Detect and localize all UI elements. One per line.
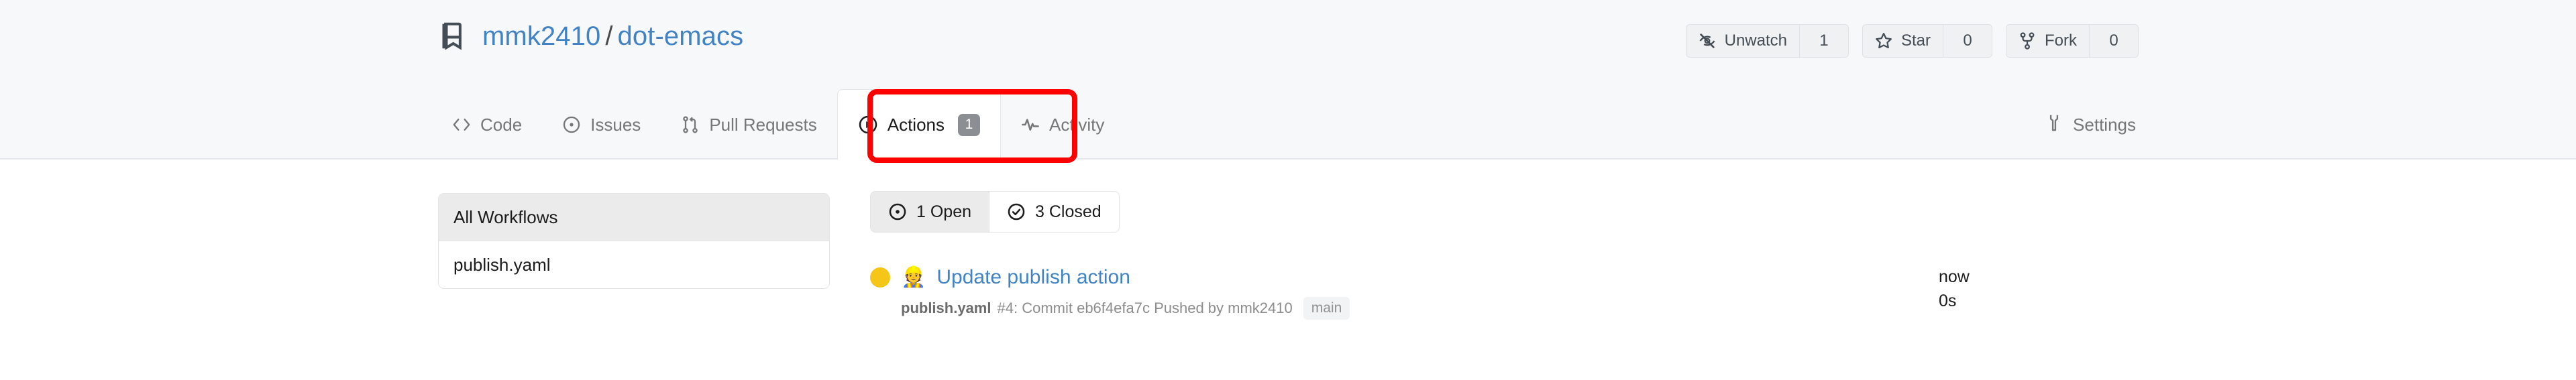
run-number: #4 bbox=[997, 300, 1014, 316]
run-timing-info: now 0s bbox=[1929, 265, 2140, 313]
filter-open-label: 1 Open bbox=[916, 202, 972, 221]
fork-button-group: Fork 0 bbox=[2006, 24, 2139, 58]
git-pull-request-icon bbox=[681, 115, 700, 134]
tab-code[interactable]: Code bbox=[438, 104, 542, 145]
sidebar-item-all-workflows[interactable]: All Workflows bbox=[439, 194, 829, 241]
eye-slash-icon bbox=[1698, 31, 1717, 50]
tab-settings-label: Settings bbox=[2073, 114, 2136, 135]
fork-button[interactable]: Fork bbox=[2006, 24, 2089, 58]
fork-button-label: Fork bbox=[2045, 31, 2077, 50]
tab-issues-label: Issues bbox=[590, 114, 641, 135]
tab-activity[interactable]: Activity bbox=[1001, 104, 1124, 145]
star-button[interactable]: Star bbox=[1862, 24, 1943, 58]
dot-circle-icon bbox=[888, 202, 907, 221]
tab-activity-label: Activity bbox=[1049, 114, 1105, 135]
tab-pull-requests[interactable]: Pull Requests bbox=[661, 104, 837, 145]
watch-count[interactable]: 1 bbox=[1799, 24, 1849, 58]
run-meta-line: publish.yaml #4 : Commit eb6f4efa7c Push… bbox=[901, 297, 1929, 320]
star-button-label: Star bbox=[1900, 31, 1931, 50]
tab-code-label: Code bbox=[480, 114, 523, 135]
fork-count[interactable]: 0 bbox=[2089, 24, 2139, 58]
run-title-line: 👷 Update publish action bbox=[870, 265, 1929, 290]
code-icon bbox=[452, 115, 471, 134]
filter-closed-button[interactable]: 3 Closed bbox=[989, 191, 1120, 233]
actions-body: All Workflows publish.yaml 1 Open 3 Clos… bbox=[0, 161, 2576, 380]
star-icon bbox=[1874, 31, 1893, 50]
fork-icon bbox=[2018, 31, 2037, 50]
tab-actions-label: Actions bbox=[887, 114, 945, 135]
run-title-link[interactable]: Update publish action bbox=[936, 265, 1130, 290]
tab-actions[interactable]: Actions 1 bbox=[837, 89, 1001, 160]
unwatch-button[interactable]: Unwatch bbox=[1685, 24, 1799, 58]
run-workflow-file: publish.yaml bbox=[901, 300, 991, 316]
activity-pulse-icon bbox=[1021, 115, 1040, 134]
watch-button-group: Unwatch 1 bbox=[1685, 24, 1849, 58]
star-count[interactable]: 0 bbox=[1943, 24, 1992, 58]
workflow-run-list: 👷 Update publish action publish.yaml #4 … bbox=[870, 265, 2140, 320]
wrench-icon bbox=[2045, 113, 2063, 137]
tab-actions-badge: 1 bbox=[958, 113, 980, 136]
run-actor-emoji-icon: 👷 bbox=[901, 266, 926, 288]
tab-pull-requests-label: Pull Requests bbox=[709, 114, 817, 135]
check-circle-icon bbox=[1007, 202, 1026, 221]
run-branch-badge[interactable]: main bbox=[1303, 297, 1350, 320]
actions-page: mmk2410/dot-emacs Unwatch 1 Star 0 Fork … bbox=[0, 0, 2576, 380]
tab-issues[interactable]: Issues bbox=[542, 104, 661, 145]
run-duration: 0s bbox=[1939, 292, 1957, 310]
repo-name-link[interactable]: dot-emacs bbox=[618, 21, 744, 51]
workflow-run-row[interactable]: 👷 Update publish action publish.yaml #4 … bbox=[870, 265, 2140, 320]
tab-settings[interactable]: Settings bbox=[2042, 104, 2139, 145]
repo-breadcrumb: mmk2410/dot-emacs bbox=[482, 21, 743, 52]
repo-action-buttons: Unwatch 1 Star 0 Fork 0 bbox=[1685, 24, 2139, 58]
run-status-indicator-icon bbox=[870, 267, 890, 288]
run-relative-time: now bbox=[1939, 267, 1970, 286]
workflows-sidebar: All Workflows publish.yaml bbox=[438, 193, 830, 289]
filter-open-button[interactable]: 1 Open bbox=[870, 191, 989, 233]
repo-book-icon bbox=[438, 21, 466, 52]
repo-owner-link[interactable]: mmk2410 bbox=[482, 21, 600, 51]
filter-closed-label: 3 Closed bbox=[1035, 202, 1102, 221]
issue-opened-icon bbox=[562, 115, 581, 134]
play-circle-icon bbox=[858, 115, 878, 135]
star-button-group: Star 0 bbox=[1862, 24, 1992, 58]
repo-breadcrumb-separator: / bbox=[605, 21, 613, 51]
run-meta-text: : Commit eb6f4efa7c Pushed by mmk2410 bbox=[1013, 300, 1293, 316]
unwatch-button-label: Unwatch bbox=[1724, 31, 1787, 50]
sidebar-item-publish-yaml[interactable]: publish.yaml bbox=[439, 241, 829, 288]
repo-nav: Code Issues Pull Requests Actions 1 Acti… bbox=[438, 89, 2139, 160]
run-primary-info: 👷 Update publish action publish.yaml #4 … bbox=[870, 265, 1929, 320]
repo-nav-items: Code Issues Pull Requests Actions 1 Acti… bbox=[438, 89, 1124, 160]
run-status-filter-group: 1 Open 3 Closed bbox=[870, 191, 1120, 233]
